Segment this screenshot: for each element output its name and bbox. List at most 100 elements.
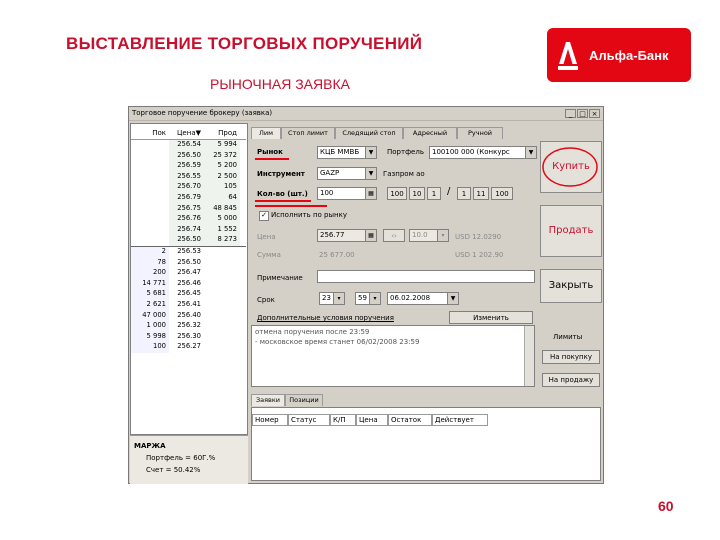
sell-volume xyxy=(204,332,240,343)
term-minute[interactable]: 59 ▾ xyxy=(355,292,381,305)
col-remaining[interactable]: Остаток xyxy=(388,414,432,426)
info-line-1: отмена поручения после 23:59 xyxy=(255,328,370,336)
slide-subtitle: РЫНОЧНАЯ ЗАЯВКА xyxy=(210,76,350,92)
separator-slash: / xyxy=(447,186,451,197)
tab-positions[interactable]: Позиции xyxy=(285,394,323,406)
chevron-down-icon: ▼ xyxy=(365,147,376,158)
sell-volume: 8 273 xyxy=(204,235,240,246)
calculator-icon[interactable]: ▦ xyxy=(365,188,376,199)
col-buy[interactable]: Пок xyxy=(131,129,169,139)
market-order-checkbox[interactable]: ✓ xyxy=(259,211,269,221)
sell-volume xyxy=(204,258,240,269)
order-book-row[interactable]: 2 621 256.41 xyxy=(131,299,246,311)
tab-stop-limit[interactable]: Стоп лимит xyxy=(281,127,335,139)
limit-sell-button[interactable]: На продажу xyxy=(542,373,600,387)
info-box: отмена поручения после 23:59 - московско… xyxy=(251,325,535,387)
order-book-header: Пок Цена▼ Прод xyxy=(131,129,246,140)
buy-volume: 47 000 xyxy=(131,310,169,322)
qty-minus-100[interactable]: 100 xyxy=(387,187,407,200)
term-date[interactable]: 06.02.2008 ▼ xyxy=(387,292,459,305)
sell-volume: 5 000 xyxy=(204,214,240,225)
order-book-row[interactable]: 78 256.50 xyxy=(131,257,246,269)
order-book-row[interactable]: 256.74 1 552 xyxy=(131,224,246,236)
buy-volume xyxy=(131,193,169,204)
tab-manual[interactable]: Ручной xyxy=(457,127,503,139)
term-hour[interactable]: 23 ▾ xyxy=(319,292,345,305)
order-book-row[interactable]: 256.50 8 273 xyxy=(131,235,246,246)
usd-price: USD 12.0290 xyxy=(455,233,502,241)
info-scrollbar[interactable] xyxy=(524,326,534,386)
order-book-row[interactable]: 256.70 105 xyxy=(131,182,246,193)
order-book-row[interactable]: 256.79 64 xyxy=(131,192,246,204)
col-number[interactable]: Номер xyxy=(252,414,288,426)
order-book-row[interactable]: 1 000 256.32 xyxy=(131,321,246,332)
price-cell: 256.53 xyxy=(177,246,201,255)
order-book-row[interactable]: 5 998 256.30 xyxy=(131,331,246,343)
order-book-row[interactable]: 256.75 48 845 xyxy=(131,203,246,215)
buy-volume xyxy=(131,151,169,162)
price-cell: 256.54 xyxy=(169,140,204,151)
order-book-row[interactable]: 14 771 256.46 xyxy=(131,278,246,290)
qty-plus-10[interactable]: 11 xyxy=(473,187,489,200)
price-label: Цена xyxy=(257,233,276,241)
buy-volume xyxy=(131,140,169,151)
order-book-row[interactable]: 256.50 25 372 xyxy=(131,150,246,162)
alfa-letter-icon xyxy=(547,28,589,82)
sell-volume xyxy=(204,268,240,279)
price-cell: 256.70 xyxy=(169,182,204,193)
order-book-row[interactable]: 5 681 256.45 xyxy=(131,289,246,300)
tab-address[interactable]: Адресный xyxy=(403,127,457,139)
calendar-icon[interactable]: ▼ xyxy=(447,293,458,304)
tab-orders[interactable]: Заявки xyxy=(251,394,285,406)
note-input[interactable] xyxy=(317,270,535,283)
qty-minus-1[interactable]: 1 xyxy=(427,187,441,200)
buy-volume xyxy=(131,235,169,246)
tab-trailing-stop[interactable]: Следящий стоп xyxy=(335,127,403,139)
spin-icon: ▾ xyxy=(437,230,448,241)
price-cell: 256.76 xyxy=(169,214,204,225)
price-cell: 256.40 xyxy=(177,310,201,319)
col-active[interactable]: Действует xyxy=(432,414,488,426)
order-book-row[interactable]: 47 000 256.40 xyxy=(131,310,246,322)
order-book-row[interactable]: 2 256.53 xyxy=(131,245,246,258)
close-icon[interactable]: × xyxy=(589,109,600,118)
market-select[interactable]: КЦБ ММВБ ▼ xyxy=(317,146,377,159)
order-book-row[interactable]: 256.76 5 000 xyxy=(131,214,246,225)
col-price[interactable]: Цена xyxy=(356,414,388,426)
col-price[interactable]: Цена▼ xyxy=(169,129,204,139)
price-cell: 256.55 xyxy=(169,171,204,183)
order-book-row[interactable]: 256.59 5 200 xyxy=(131,161,246,172)
sell-button[interactable]: Продать xyxy=(540,205,602,257)
order-book-row[interactable]: 100 256.27 xyxy=(131,342,246,353)
usd-amount: USD 1 202.90 xyxy=(455,251,504,259)
order-book-row[interactable]: 200 256.47 xyxy=(131,268,246,279)
maximize-icon[interactable]: □ xyxy=(577,109,588,118)
col-status[interactable]: Статус xyxy=(288,414,330,426)
price-step[interactable]: 10.0 ▾ xyxy=(409,229,449,242)
buy-volume: 2 621 xyxy=(131,299,169,311)
instrument-select[interactable]: GAZP ▼ xyxy=(317,167,377,180)
window-title: Торговое поручение брокеру (заявка) xyxy=(132,109,273,117)
change-button[interactable]: Изменить xyxy=(449,311,533,324)
limit-buy-button[interactable]: На покупку xyxy=(542,350,600,364)
order-book-row[interactable]: 256.54 5 994 xyxy=(131,140,246,151)
buy-volume xyxy=(131,225,169,236)
calculator-icon[interactable]: ▦ xyxy=(365,230,376,241)
col-sell[interactable]: Прод xyxy=(204,129,240,139)
buy-volume: 1 000 xyxy=(131,321,169,332)
col-side[interactable]: К/П xyxy=(330,414,356,426)
order-book-row[interactable]: 256.55 2 500 xyxy=(131,171,246,183)
qty-minus-10[interactable]: 10 xyxy=(409,187,425,200)
sell-volume xyxy=(204,342,240,353)
tab-limit[interactable]: Лим xyxy=(251,127,281,139)
quantity-input[interactable]: 100 ▦ xyxy=(317,187,377,200)
qty-plus-1[interactable]: 1 xyxy=(457,187,471,200)
sell-volume: 2 500 xyxy=(204,171,240,183)
price-step-down[interactable]: ‹› xyxy=(383,229,405,242)
close-order-button[interactable]: Закрыть xyxy=(540,269,602,303)
qty-plus-100[interactable]: 100 xyxy=(491,187,513,200)
price-input[interactable]: 256.77 ▦ xyxy=(317,229,377,242)
price-cell: 256.41 xyxy=(177,299,201,308)
minimize-icon[interactable]: _ xyxy=(565,109,576,118)
portfolio-select[interactable]: 100100 000 (Конкурс ▼ xyxy=(429,146,537,159)
